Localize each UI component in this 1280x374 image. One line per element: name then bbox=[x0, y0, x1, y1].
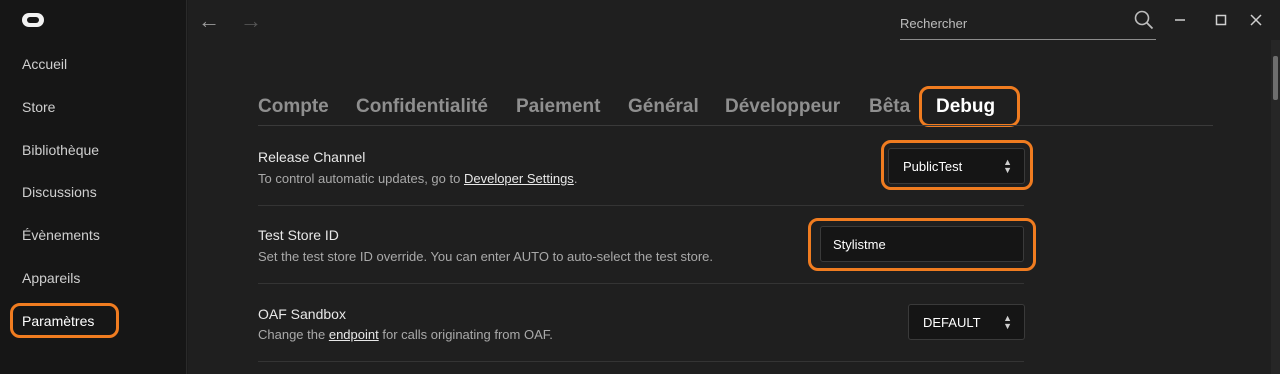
oaf-sandbox-desc-suffix: for calls originating from OAF. bbox=[378, 327, 553, 342]
release-channel-select[interactable]: PublicTest ▲ ▼ bbox=[888, 148, 1025, 184]
select-arrows-icon: ▲ ▼ bbox=[1003, 313, 1012, 331]
sidebar-item-accueil[interactable]: Accueil bbox=[22, 56, 67, 72]
developer-settings-link[interactable]: Developer Settings bbox=[464, 171, 574, 186]
release-channel-value: PublicTest bbox=[903, 159, 963, 174]
sidebar-item-discussions[interactable]: Discussions bbox=[22, 184, 97, 200]
sidebar-item-parametres[interactable]: Paramètres bbox=[22, 313, 94, 329]
minimize-icon[interactable] bbox=[1168, 8, 1192, 32]
release-channel-title: Release Channel bbox=[258, 149, 366, 165]
close-icon[interactable] bbox=[1244, 8, 1268, 32]
endpoint-link[interactable]: endpoint bbox=[329, 327, 379, 342]
row-divider bbox=[258, 361, 1024, 362]
release-channel-desc: To control automatic updates, go to Deve… bbox=[258, 171, 577, 186]
oaf-sandbox-desc: Change the endpoint for calls originatin… bbox=[258, 327, 553, 342]
arrow-right-icon[interactable]: → bbox=[240, 8, 262, 34]
arrow-left-icon[interactable]: ← bbox=[198, 8, 220, 34]
select-arrows-icon: ▲ ▼ bbox=[1003, 157, 1012, 175]
test-store-title: Test Store ID bbox=[258, 227, 339, 243]
release-channel-desc-text: To control automatic updates, go to bbox=[258, 171, 464, 186]
search-box bbox=[900, 6, 1156, 40]
oaf-sandbox-desc-text: Change the bbox=[258, 327, 329, 342]
oaf-sandbox-select[interactable]: DEFAULT ▲ ▼ bbox=[908, 304, 1025, 340]
tab-debug[interactable]: Debug bbox=[936, 96, 995, 118]
search-input[interactable] bbox=[900, 12, 1120, 34]
sidebar-item-bibliotheque[interactable]: Bibliothèque bbox=[22, 142, 99, 158]
sidebar-item-store[interactable]: Store bbox=[22, 99, 55, 115]
release-channel-desc-suffix: . bbox=[573, 171, 578, 186]
sidebar-item-evenements[interactable]: Évènements bbox=[22, 227, 100, 243]
maximize-icon[interactable] bbox=[1209, 8, 1233, 32]
tab-developpeur[interactable]: Développeur bbox=[725, 96, 840, 118]
test-store-id-input[interactable] bbox=[820, 226, 1024, 262]
search-icon[interactable] bbox=[1134, 10, 1154, 32]
tabs-divider bbox=[258, 125, 1213, 126]
scrollbar-thumb[interactable] bbox=[1273, 56, 1278, 100]
oaf-sandbox-title: OAF Sandbox bbox=[258, 306, 346, 322]
tab-general[interactable]: Général bbox=[628, 96, 699, 118]
oaf-sandbox-value: DEFAULT bbox=[923, 315, 981, 330]
tab-confidentialite[interactable]: Confidentialité bbox=[356, 96, 488, 118]
oculus-logo-icon[interactable] bbox=[22, 13, 44, 27]
tab-compte[interactable]: Compte bbox=[258, 96, 329, 118]
sidebar-item-appareils[interactable]: Appareils bbox=[22, 270, 80, 286]
tab-paiement[interactable]: Paiement bbox=[516, 96, 600, 118]
row-divider bbox=[258, 283, 1024, 284]
row-divider bbox=[258, 205, 1024, 206]
tab-beta[interactable]: Bêta bbox=[869, 96, 910, 118]
scrollbar[interactable] bbox=[1271, 40, 1280, 374]
test-store-desc: Set the test store ID override. You can … bbox=[258, 249, 714, 264]
sidebar: Accueil Store Bibliothèque Discussions É… bbox=[0, 0, 187, 374]
main-panel: ← → Compte Confidentialité Paiement Géné… bbox=[188, 0, 1280, 374]
